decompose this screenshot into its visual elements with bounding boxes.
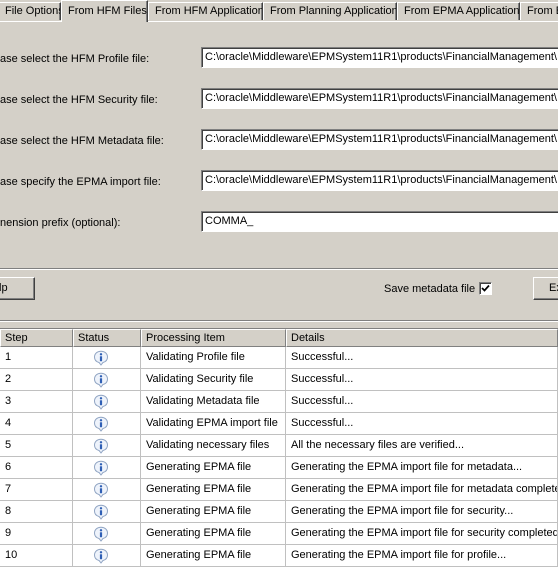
processing-item-cell: Validating EPMA import file — [141, 413, 286, 435]
status-cell — [73, 435, 141, 457]
step-cell: 2 — [0, 369, 73, 391]
processing-item-cell: Generating EPMA file — [141, 545, 286, 567]
step-cell: 4 — [0, 413, 73, 435]
metadata-file-row: ase select the HFM Metadata file: C:\ora… — [0, 129, 558, 153]
info-icon — [93, 372, 109, 390]
column-header-step[interactable]: Step — [0, 329, 73, 347]
metadata-file-input[interactable]: C:\oracle\Middleware\EPMSystem11R1\produ… — [201, 129, 558, 150]
status-cell — [73, 391, 141, 413]
epma-import-file-label: ase specify the EPMA import file: — [0, 176, 161, 188]
info-icon — [93, 394, 109, 412]
table-row[interactable]: 6 Generating EPMA file Generating the EPMA… — [0, 457, 558, 479]
details-cell: Generating the EPMA import file for meta… — [286, 479, 558, 501]
column-header-processing-item[interactable]: Processing Item — [141, 329, 286, 347]
table-row[interactable]: 1 Validating Profile file Successful... — [0, 347, 558, 369]
table-row[interactable]: 9 Generating EPMA file Generating the EPMA… — [0, 523, 558, 545]
status-cell — [73, 501, 141, 523]
processing-item-cell: Validating Security file — [141, 369, 286, 391]
tab-from-epma-application[interactable]: From EPMA Application — [397, 2, 520, 20]
status-cell — [73, 545, 141, 567]
table-row[interactable]: 10 Generating EPMA file Generating the EPM… — [0, 545, 558, 567]
profile-file-row: ase select the HFM Profile file: C:\orac… — [0, 47, 558, 71]
details-cell: Generating the EPMA import file for secu… — [286, 523, 558, 545]
epma-import-file-row: ase specify the EPMA import file: C:\ora… — [0, 170, 558, 194]
step-cell: 9 — [0, 523, 73, 545]
details-cell: All the necessary files are verified... — [286, 435, 558, 457]
details-cell: Generating the EPMA import file for prof… — [286, 545, 558, 567]
step-cell: 7 — [0, 479, 73, 501]
table-row[interactable]: 2 Validating Security file Successful... — [0, 369, 558, 391]
grid-header: Step Status Processing Item Details — [0, 329, 558, 347]
column-header-status[interactable]: Status — [73, 329, 141, 347]
tab-from-hfm-application[interactable]: From HFM Application — [148, 2, 263, 20]
epma-import-file-input[interactable]: C:\oracle\Middleware\EPMSystem11R1\produ… — [201, 170, 558, 191]
save-metadata-label: Save metadata file — [384, 283, 476, 295]
details-cell: Successful... — [286, 413, 558, 435]
profile-file-label: ase select the HFM Profile file: — [0, 53, 150, 65]
processing-item-cell: Generating EPMA file — [141, 479, 286, 501]
save-metadata-checkbox[interactable] — [479, 282, 492, 295]
details-cell: Successful... — [286, 391, 558, 413]
table-row[interactable]: 5 Validating necessary files All the neces… — [0, 435, 558, 457]
step-cell: 3 — [0, 391, 73, 413]
tab-from-e[interactable]: From E — [520, 2, 558, 20]
status-cell — [73, 347, 141, 369]
info-icon — [93, 350, 109, 368]
info-icon — [93, 460, 109, 478]
status-cell — [73, 479, 141, 501]
details-cell: Generating the EPMA import file for secu… — [286, 501, 558, 523]
hfm-files-form: ase select the HFM Profile file: C:\orac… — [0, 22, 558, 268]
info-icon — [93, 504, 109, 522]
security-file-label: ase select the HFM Security file: — [0, 94, 158, 106]
step-cell: 10 — [0, 545, 73, 567]
info-icon — [93, 526, 109, 544]
results-grid[interactable]: Step Status Processing Item Details 1 Val… — [0, 328, 558, 567]
status-cell — [73, 413, 141, 435]
processing-item-cell: Validating necessary files — [141, 435, 286, 457]
tab-strip: File Options From HFM Files From HFM App… — [0, 0, 558, 22]
table-row[interactable]: 4 Validating EPMA import file Successful..… — [0, 413, 558, 435]
metadata-file-label: ase select the HFM Metadata file: — [0, 135, 164, 147]
dimension-prefix-input[interactable]: COMMA_ — [201, 211, 558, 232]
help-button[interactable]: lp — [0, 277, 35, 300]
step-cell: 1 — [0, 347, 73, 369]
info-icon — [93, 416, 109, 434]
table-row[interactable]: 3 Validating Metadata file Successful... — [0, 391, 558, 413]
info-icon — [93, 548, 109, 566]
table-row[interactable]: 7 Generating EPMA file Generating the EPMA… — [0, 479, 558, 501]
processing-item-cell: Generating EPMA file — [141, 457, 286, 479]
info-icon — [93, 482, 109, 500]
divider — [0, 269, 558, 270]
status-cell — [73, 369, 141, 391]
dimension-prefix-row: nension prefix (optional): COMMA_ — [0, 211, 558, 235]
dimension-prefix-label: nension prefix (optional): — [0, 217, 121, 229]
column-header-details[interactable]: Details — [286, 329, 558, 347]
table-row[interactable]: 8 Generating EPMA file Generating the EPMA… — [0, 501, 558, 523]
details-cell: Successful... — [286, 347, 558, 369]
step-cell: 5 — [0, 435, 73, 457]
status-cell — [73, 457, 141, 479]
divider — [0, 321, 558, 322]
checkmark-icon — [481, 284, 490, 292]
details-cell: Successful... — [286, 369, 558, 391]
execute-button[interactable]: Ex — [533, 277, 558, 300]
step-cell: 8 — [0, 501, 73, 523]
processing-item-cell: Generating EPMA file — [141, 501, 286, 523]
security-file-input[interactable]: C:\oracle\Middleware\EPMSystem11R1\produ… — [201, 88, 558, 109]
profile-file-input[interactable]: C:\oracle\Middleware\EPMSystem11R1\produ… — [201, 47, 558, 68]
step-cell: 6 — [0, 457, 73, 479]
processing-item-cell: Validating Metadata file — [141, 391, 286, 413]
details-cell: Generating the EPMA import file for meta… — [286, 457, 558, 479]
tab-from-hfm-files[interactable]: From HFM Files — [61, 0, 148, 22]
tab-from-planning-application[interactable]: From Planning Application — [263, 2, 397, 20]
security-file-row: ase select the HFM Security file: C:\ora… — [0, 88, 558, 112]
status-cell — [73, 523, 141, 545]
processing-item-cell: Validating Profile file — [141, 347, 286, 369]
info-icon — [93, 438, 109, 456]
tab-file-options[interactable]: File Options — [0, 2, 61, 20]
processing-item-cell: Generating EPMA file — [141, 523, 286, 545]
